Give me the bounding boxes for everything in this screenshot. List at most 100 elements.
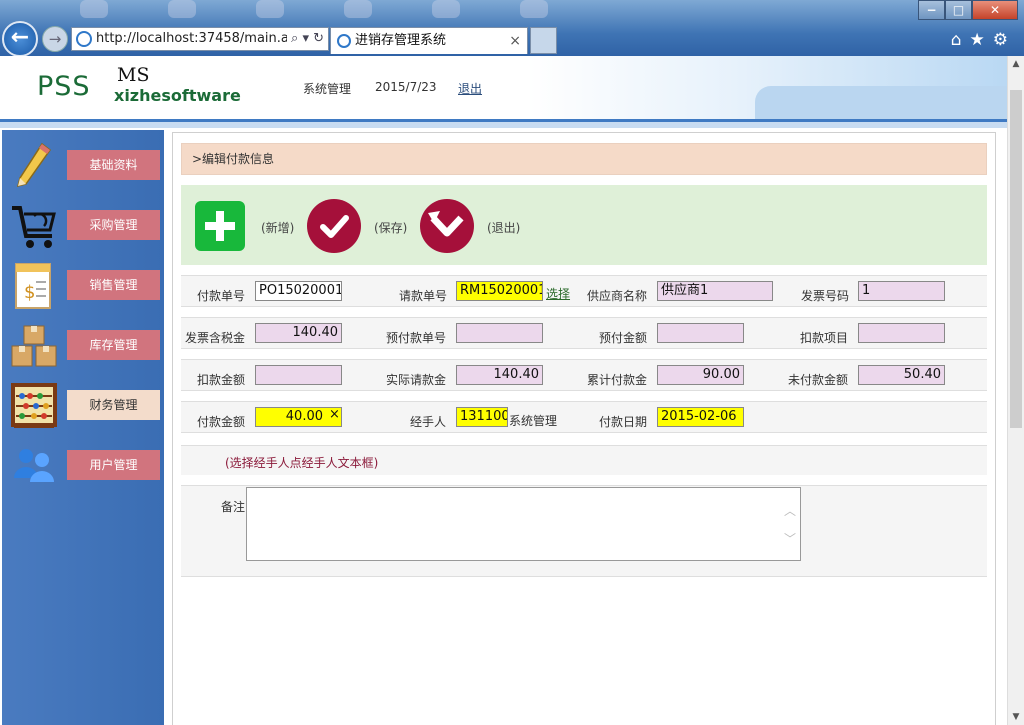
invoice-icon: $ (15, 263, 51, 309)
scroll-up-icon[interactable]: ︿ (784, 502, 796, 519)
pay-amount-label: 付款金额 (197, 415, 246, 429)
logo-ms: MS (117, 64, 150, 86)
browser-tab[interactable]: 进销存管理系统 × (330, 27, 528, 54)
form-row-3: 扣款金额 实际请款金 140.40 累计付款金 90.00 未付款金额 50.4… (181, 359, 987, 391)
tab-title: 进销存管理系统 (355, 33, 447, 48)
back-button[interactable]: ← (2, 21, 38, 57)
pencil-icon (16, 142, 52, 188)
unpaid-label: 未付款金额 (788, 373, 849, 387)
sidebar-item-users[interactable]: 用户管理 (2, 442, 164, 490)
form-row-1: 付款单号 PO15020001 请款单号 RM15020001 选择 供应商名称… (181, 275, 987, 307)
scroll-down-icon[interactable]: ﹀ (784, 530, 796, 547)
form-row-4: 付款金额 40.00 × 经手人 1311001 系统管理 付款日期 2015-… (181, 401, 987, 433)
address-controls[interactable]: ⌕ ▾ ↻ (287, 28, 324, 50)
invoice-tax-label: 发票含税金 (185, 331, 246, 345)
remark-row: 备注 ︿ ﹀ (181, 485, 987, 577)
invoice-tax-field[interactable]: 140.40 (255, 323, 342, 343)
window-controls: − □ ✕ (918, 0, 1018, 20)
header-divider-light (0, 122, 1007, 128)
sidebar: 基础资料 采购管理 $ 销售管理 库存管理 财务管理 用户管理 (2, 130, 164, 725)
abacus-icon (11, 383, 57, 428)
payment-no-label: 付款单号 (197, 289, 246, 303)
request-no-field[interactable]: RM15020001 (456, 281, 543, 301)
scrollbar-up-icon[interactable]: ▲ (1008, 56, 1024, 72)
check-icon (320, 215, 349, 238)
site-header: PSS MS xizhesoftware 系统管理 2015/7/23 退出 (0, 56, 1007, 119)
handler-name: 系统管理 (509, 414, 558, 428)
logout-link[interactable]: 退出 (458, 80, 482, 97)
logo-pss: PSS (37, 71, 91, 102)
save-label: (保存) (374, 221, 408, 235)
sidebar-label-finance: 财务管理 (67, 390, 160, 420)
save-button[interactable] (307, 199, 361, 253)
cumulative-paid-field[interactable]: 90.00 (657, 365, 744, 385)
sidebar-label-sales: 销售管理 (67, 270, 160, 300)
actual-request-field[interactable]: 140.40 (456, 365, 543, 385)
action-toolbar: (新增) (保存) (退出) (181, 185, 987, 265)
exit-arrow-icon (428, 211, 464, 237)
invoice-no-label: 发票号码 (801, 289, 850, 303)
system-label: 系统管理 (303, 82, 352, 96)
minimize-button[interactable]: − (918, 0, 945, 20)
handler-field[interactable]: 1311001 (456, 407, 508, 427)
pay-date-field[interactable]: 2015-02-06 (657, 407, 744, 427)
tab-close-icon[interactable]: × (509, 28, 521, 54)
cumulative-paid-label: 累计付款金 (587, 373, 648, 387)
clear-icon[interactable]: × (329, 407, 340, 422)
new-tab-button[interactable] (530, 27, 557, 54)
scrollbar-thumb[interactable] (1010, 90, 1022, 428)
desktop-background (80, 0, 640, 24)
boxes-icon (11, 325, 57, 367)
cart-icon (12, 206, 56, 248)
handler-hint: (选择经手人点经手人文本框) (225, 456, 379, 470)
hint-row: (选择经手人点经手人文本框) (181, 445, 987, 475)
sidebar-item-purchase[interactable]: 采购管理 (2, 202, 164, 250)
select-request-link[interactable]: 选择 (546, 285, 570, 302)
form-row-2: 发票含税金 140.40 预付款单号 预付金额 扣款项目 (181, 317, 987, 349)
breadcrumb: >编辑付款信息 (181, 143, 987, 175)
close-window-button[interactable]: ✕ (972, 0, 1018, 20)
address-text: http://localhost:37458/main.as (96, 31, 296, 46)
add-button[interactable] (195, 201, 245, 251)
invoice-no-field[interactable]: 1 (858, 281, 945, 301)
deduction-item-label: 扣款项目 (800, 331, 849, 345)
sidebar-label-purchase: 采购管理 (67, 210, 160, 240)
pay-date-label: 付款日期 (599, 415, 648, 429)
deduction-amount-field[interactable] (255, 365, 342, 385)
remark-textarea[interactable]: ︿ ﹀ (246, 487, 801, 561)
sidebar-label-basic-data: 基础资料 (67, 150, 160, 180)
prepay-no-field[interactable] (456, 323, 543, 343)
prepay-amount-field[interactable] (657, 323, 744, 343)
exit-button[interactable] (420, 199, 474, 253)
scrollbar-down-icon[interactable]: ▼ (1008, 709, 1024, 725)
add-label: (新增) (261, 221, 295, 235)
page: PSS MS xizhesoftware 系统管理 2015/7/23 退出 基… (0, 56, 1007, 725)
remark-label: 备注 (221, 500, 246, 514)
logo-subtitle: xizhesoftware (114, 86, 241, 105)
header-cloud-decoration (755, 86, 1007, 119)
exit-label: (退出) (487, 221, 521, 235)
sidebar-item-sales[interactable]: $ 销售管理 (2, 262, 164, 310)
supplier-label: 供应商名称 (587, 289, 648, 303)
sidebar-label-inventory: 库存管理 (67, 330, 160, 360)
ie-icon (76, 31, 92, 47)
home-favorites-settings-icons[interactable]: ⌂★⚙ (951, 30, 1016, 50)
actual-request-label: 实际请款金 (386, 373, 447, 387)
address-bar[interactable]: http://localhost:37458/main.as ⌕ ▾ ↻ (71, 27, 329, 51)
request-no-label: 请款单号 (399, 289, 448, 303)
forward-button[interactable]: → (42, 26, 68, 52)
sidebar-item-basic-data[interactable]: 基础资料 (2, 142, 164, 190)
deduction-amount-label: 扣款金额 (197, 373, 246, 387)
supplier-field[interactable]: 供应商1 (657, 281, 773, 301)
current-date: 2015/7/23 (375, 80, 437, 94)
deduction-item-field[interactable] (858, 323, 945, 343)
prepay-no-label: 预付款单号 (386, 331, 447, 345)
tab-ie-icon (337, 34, 351, 48)
unpaid-field[interactable]: 50.40 (858, 365, 945, 385)
payment-no-field[interactable]: PO15020001 (255, 281, 342, 301)
sidebar-item-finance[interactable]: 财务管理 (2, 382, 164, 430)
browser-chrome: ← → http://localhost:37458/main.as ⌕ ▾ ↻… (0, 0, 1024, 57)
maximize-button[interactable]: □ (945, 0, 972, 20)
page-scrollbar[interactable]: ▲ ▼ (1007, 56, 1024, 725)
sidebar-item-inventory[interactable]: 库存管理 (2, 322, 164, 370)
